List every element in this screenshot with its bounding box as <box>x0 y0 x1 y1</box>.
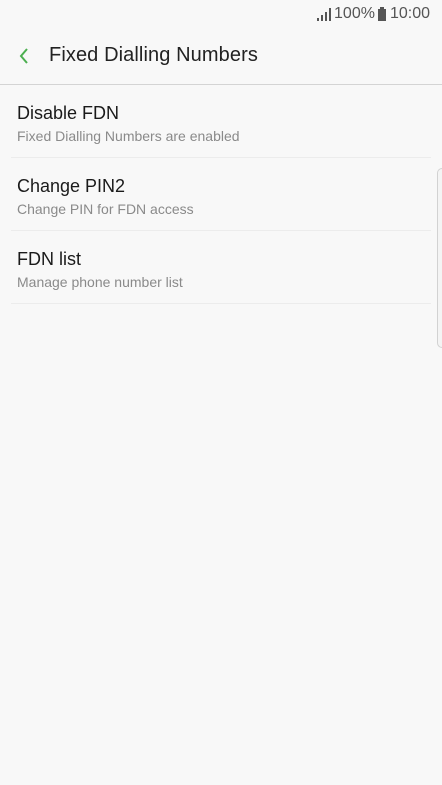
battery-icon <box>377 7 386 21</box>
battery-percent: 100% <box>334 5 375 22</box>
status-bar: 100% 10:00 <box>0 0 442 28</box>
page-title: Fixed Dialling Numbers <box>49 44 258 66</box>
clock: 10:00 <box>389 5 430 22</box>
list-item-change-pin2[interactable]: Change PIN2 Change PIN for FDN access <box>11 158 431 231</box>
list-item-subtitle: Fixed Dialling Numbers are enabled <box>17 128 240 144</box>
edge-panel-handle[interactable] <box>437 168 442 348</box>
status-indicators: 100% 10:00 <box>317 5 430 23</box>
screen: 100% 10:00 Fixed Dialling Numbers Disabl… <box>0 0 442 785</box>
list-item-title: Change PIN2 <box>17 176 126 196</box>
app-bar: Fixed Dialling Numbers <box>0 28 442 85</box>
signal-icon <box>317 7 332 21</box>
list-item-disable-fdn[interactable]: Disable FDN Fixed Dialling Numbers are e… <box>11 85 431 158</box>
list-item-title: FDN list <box>17 249 81 269</box>
list-item-title: Disable FDN <box>17 103 120 123</box>
back-button[interactable] <box>10 42 38 70</box>
chevron-left-icon <box>19 48 28 64</box>
list-item-subtitle: Manage phone number list <box>17 274 183 290</box>
list-item-subtitle: Change PIN for FDN access <box>17 201 194 217</box>
list-item-fdn-list[interactable]: FDN list Manage phone number list <box>11 231 431 304</box>
settings-list: Disable FDN Fixed Dialling Numbers are e… <box>0 85 442 304</box>
